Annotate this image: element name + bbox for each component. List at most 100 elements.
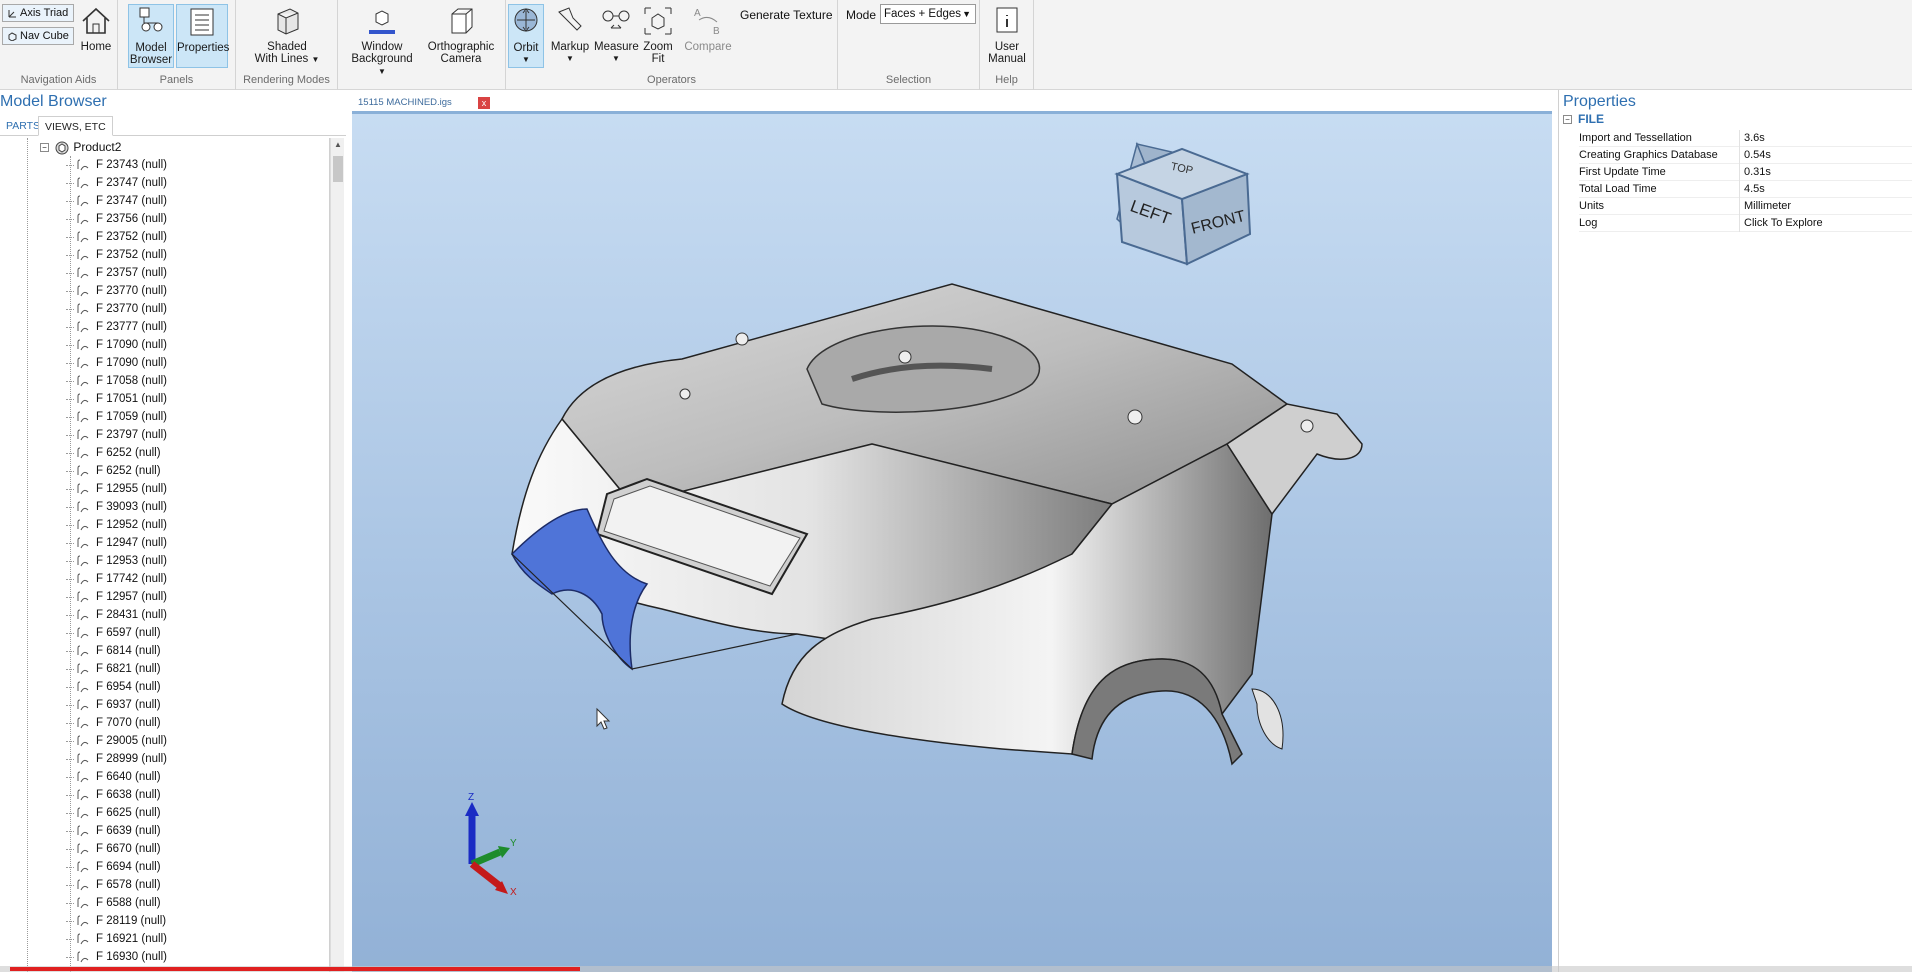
log-explore-link[interactable]: Click To Explore [1739, 215, 1912, 232]
tree-item[interactable]: F 12955 (null) [66, 480, 167, 498]
axis-triad-button[interactable]: Axis Triad [2, 4, 74, 22]
part-feature-icon [77, 519, 89, 531]
window-background-button[interactable]: Window Background ▼ [346, 4, 418, 78]
tree-item[interactable]: F 7070 (null) [66, 714, 167, 732]
axis-z-head [465, 802, 479, 816]
model-hole [1300, 419, 1314, 433]
tree-item[interactable]: F 16921 (null) [66, 930, 167, 948]
model-browser-button[interactable]: Model Browser [128, 4, 174, 68]
collapse-icon[interactable]: − [1563, 115, 1572, 125]
tree-item[interactable]: F 23743 (null) [66, 156, 167, 174]
tree-item[interactable]: F 23757 (null) [66, 264, 167, 282]
compare-button[interactable]: AB Compare [684, 4, 732, 53]
tree-item[interactable]: F 6670 (null) [66, 840, 167, 858]
dropdown-caret-icon: ▼ [612, 54, 620, 63]
tree-connector [66, 183, 74, 184]
tree-item[interactable]: F 6814 (null) [66, 642, 167, 660]
tree-connector [66, 471, 74, 472]
tree-item[interactable]: F 16930 (null) [66, 948, 167, 966]
selection-mode-dropdown[interactable]: Faces + Edges ▼ [880, 4, 976, 24]
close-tab-icon[interactable]: x [478, 97, 490, 109]
tree-item[interactable]: F 6640 (null) [66, 768, 167, 786]
tree-item[interactable]: F 23777 (null) [66, 318, 167, 336]
home-button[interactable]: Home [78, 4, 114, 53]
generate-texture-button[interactable]: Generate Texture [740, 8, 833, 22]
tree-item[interactable]: F 17059 (null) [66, 408, 167, 426]
tree-item[interactable]: F 23770 (null) [66, 300, 167, 318]
tree-item[interactable]: F 12947 (null) [66, 534, 167, 552]
tree-item-label: F 6252 (null) [96, 447, 161, 459]
tree-item[interactable]: F 28431 (null) [66, 606, 167, 624]
properties-button[interactable]: Properties [176, 4, 230, 68]
tree-item[interactable]: F 6252 (null) [66, 462, 167, 480]
model-tree: − Product2 F 23743 (null) F 23747 (null) F… [0, 138, 330, 972]
measure-icon [602, 10, 630, 29]
tree-item[interactable]: F 29005 (null) [66, 732, 167, 750]
part-feature-icon [77, 285, 89, 297]
tree-item-label: F 23747 (null) [96, 177, 167, 189]
properties-section-file[interactable]: − FILE [1563, 112, 1604, 126]
tree-item[interactable]: F 6588 (null) [66, 894, 167, 912]
tree-item[interactable]: F 23752 (null) [66, 228, 167, 246]
scroll-up-arrow-icon[interactable]: ▲ [331, 138, 345, 152]
tree-item[interactable]: F 23747 (null) [66, 192, 167, 210]
tree-item[interactable]: F 17090 (null) [66, 336, 167, 354]
tree-item[interactable]: F 17742 (null) [66, 570, 167, 588]
dropdown-caret-icon: ▼ [522, 55, 530, 64]
tree-connector [66, 507, 74, 508]
tree-item[interactable]: F 23770 (null) [66, 282, 167, 300]
model-browser-icon [139, 7, 163, 32]
tree-item[interactable]: F 6638 (null) [66, 786, 167, 804]
tree-item[interactable]: F 12952 (null) [66, 516, 167, 534]
tree-connector [66, 165, 74, 166]
video-progress-bar[interactable] [0, 966, 1912, 972]
3d-viewport[interactable]: TOP LEFT FRONT Z Y X [352, 111, 1552, 972]
tree-item[interactable]: F 6821 (null) [66, 660, 167, 678]
tree-item[interactable]: F 39093 (null) [66, 498, 167, 516]
nav-cube-button[interactable]: Nav Cube [2, 27, 74, 45]
tree-item[interactable]: F 23756 (null) [66, 210, 167, 228]
part-feature-icon [77, 645, 89, 657]
zoom-fit-button[interactable]: Zoom Fit [640, 4, 676, 65]
tree-root-node[interactable]: − Product2 [40, 138, 121, 156]
collapse-icon[interactable]: − [40, 143, 49, 153]
tree-item[interactable]: F 6954 (null) [66, 678, 167, 696]
model-browser-label-2: Browser [129, 54, 173, 66]
property-row-log[interactable]: Log Click To Explore [1579, 215, 1912, 232]
tree-item[interactable]: F 17058 (null) [66, 372, 167, 390]
tree-item[interactable]: F 6937 (null) [66, 696, 167, 714]
tree-item[interactable]: F 23752 (null) [66, 246, 167, 264]
tab-views-etc[interactable]: VIEWS, ETC [38, 116, 113, 136]
window-background-icon [369, 10, 395, 34]
tree-item[interactable]: F 6578 (null) [66, 876, 167, 894]
tree-item-label: F 6814 (null) [96, 645, 161, 657]
tree-item[interactable]: F 6694 (null) [66, 858, 167, 876]
tree-item[interactable]: F 6597 (null) [66, 624, 167, 642]
document-tab[interactable]: 15115 MACHINED.igs [352, 94, 496, 111]
user-manual-button[interactable]: User Manual [986, 4, 1028, 65]
tree-item-label: F 12947 (null) [96, 537, 167, 549]
tree-item[interactable]: F 6625 (null) [66, 804, 167, 822]
tree-item[interactable]: F 12953 (null) [66, 552, 167, 570]
tree-item[interactable]: F 23747 (null) [66, 174, 167, 192]
navigation-cube[interactable]: TOP LEFT FRONT [1114, 141, 1252, 266]
nav-cube-icon [8, 32, 17, 42]
orthographic-camera-button[interactable]: Orthographic Camera [422, 4, 500, 65]
properties-label: Properties [177, 42, 230, 54]
scrollbar-thumb[interactable] [333, 156, 343, 182]
measure-button[interactable]: Measure ▼ [594, 4, 639, 65]
tree-item[interactable]: F 17090 (null) [66, 354, 167, 372]
tree-item[interactable]: F 6252 (null) [66, 444, 167, 462]
tree-item[interactable]: F 17051 (null) [66, 390, 167, 408]
tree-item[interactable]: F 28999 (null) [66, 750, 167, 768]
tree-scrollbar[interactable]: ▲ [330, 138, 344, 972]
tree-item[interactable]: F 12957 (null) [66, 588, 167, 606]
tree-item[interactable]: F 6639 (null) [66, 822, 167, 840]
markup-button[interactable]: Markup ▼ [550, 4, 590, 65]
tree-item[interactable]: F 23797 (null) [66, 426, 167, 444]
window-bg-label-1: Window [361, 41, 403, 53]
shaded-with-lines-button[interactable]: Shaded With Lines ▼ [250, 4, 324, 66]
properties-icon [190, 8, 214, 36]
orbit-button[interactable]: Orbit ▼ [508, 4, 544, 68]
tree-item[interactable]: F 28119 (null) [66, 912, 167, 930]
